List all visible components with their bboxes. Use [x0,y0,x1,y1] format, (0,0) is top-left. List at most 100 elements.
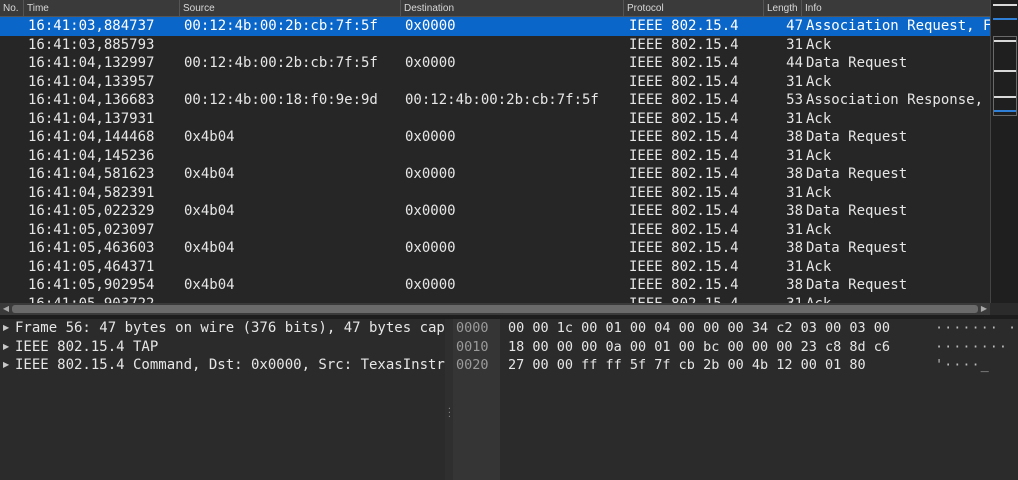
packet-length-cell: 31 [786,147,803,164]
byte-ascii[interactable]: '····_ [935,356,990,375]
packet-destination-cell: 0x0000 [405,203,456,219]
packet-row[interactable]: 16:41:05,463603 0x4b04 0x0000 IEEE 802.15.4… [0,239,990,258]
packet-length-cell: 31 [786,258,803,275]
packet-bytes-pane[interactable]: 0000 00 00 1c 00 01 00 04 00 00 00 34 c2… [453,319,1018,480]
packet-row[interactable]: 16:41:04,137931 IEEE 802.15.4 31 Ack [0,110,990,129]
packet-time-cell: 16:41:04,137931 [28,110,155,127]
tree-item-command[interactable]: ▶ IEEE 802.15.4 Command, Dst: 0x0000, Sr… [0,356,445,375]
byte-ascii[interactable]: ········ ····#··· [935,338,1018,357]
packet-source-cell: 00:12:4b:00:2b:cb:7f:5f [184,55,378,71]
packet-protocol-cell: IEEE 802.15.4 [629,258,739,275]
tree-item-frame[interactable]: ▶ Frame 56: 47 bytes on wire (376 bits),… [0,319,445,338]
packet-row[interactable]: 16:41:04,582391 IEEE 802.15.4 31 Ack [0,184,990,203]
scroll-right-icon[interactable]: ▶ [978,303,990,315]
packet-row[interactable]: 16:41:04,145236 IEEE 802.15.4 31 Ack [0,147,990,166]
packet-info-cell: Data Request [806,203,908,219]
packet-list[interactable]: No. Time Source Destination Protocol Len… [0,0,990,303]
packet-length-cell: 31 [767,295,803,304]
byte-hex[interactable]: 18 00 00 00 0a 00 01 00 bc 00 00 00 23 c… [508,338,890,357]
packet-info-cell: Ack [806,221,832,238]
packet-row[interactable]: 16:41:05,022329 0x4b04 0x0000 IEEE 802.15.4… [0,202,990,221]
packet-time-cell: 16:41:05,022329 [28,203,155,219]
packet-time-cell: 16:41:04,136683 [28,92,155,108]
packet-row[interactable]: 16:41:05,023097 IEEE 802.15.4 31 Ack [0,221,990,240]
packet-info-cell: Ack [806,147,832,164]
packet-protocol-cell: IEEE 802.15.4 [629,18,739,34]
packet-row[interactable]: 16:41:04,144468 0x4b04 0x0000 IEEE 802.15.4… [0,128,990,147]
packet-protocol-cell: IEEE 802.15.4 [629,110,739,127]
packet-length-cell: 38 [786,166,803,182]
packet-length-cell: 31 [786,184,803,201]
packet-row[interactable]: 16:41:04,133957 IEEE 802.15.4 31 Ack [0,73,990,92]
byte-ascii[interactable]: ······· ··4····· [935,319,1018,338]
packet-destination-cell: 0x0000 [405,18,456,34]
expand-arrow-icon[interactable]: ▶ [3,319,9,338]
byte-offset: 0020 [456,357,489,373]
packet-info-cell: Ack [806,258,832,275]
minimap-selected-mark [993,18,1017,20]
packet-time-cell: 16:41:03,884737 [28,18,155,34]
column-header-length[interactable]: Length [764,0,802,17]
scroll-left-icon[interactable]: ◀ [0,303,12,315]
packet-protocol-cell: IEEE 802.15.4 [629,203,739,219]
scrollbar-thumb[interactable] [993,36,1017,116]
packet-info-cell: Association Response, [806,92,984,108]
packet-source-cell: 0x4b04 [184,240,235,256]
packet-list-minimap-scrollbar[interactable] [990,0,1018,303]
packet-details-tree[interactable]: ▶ Frame 56: 47 bytes on wire (376 bits),… [0,319,445,480]
packet-time-cell: 16:41:03,885793 [28,36,155,53]
packet-protocol-cell: IEEE 802.15.4 [629,147,739,164]
column-header-info[interactable]: Info [802,0,990,17]
column-header-time[interactable]: Time [24,0,180,17]
packet-info-cell: Ack [806,184,832,201]
byte-offset: 0000 [456,320,489,336]
wireshark-window: No. Time Source Destination Protocol Len… [0,0,1018,480]
packet-protocol-cell: IEEE 802.15.4 [629,166,739,182]
packet-row[interactable]: 16:41:04,132997 00:12:4b:00:2b:cb:7f:5f 0x… [0,54,990,73]
packet-row[interactable]: 16:41:04,581623 0x4b04 0x0000 IEEE 802.15.4… [0,165,990,184]
packet-time-cell: 16:41:05,463603 [28,240,155,256]
packet-info-cell: Ack [806,36,832,53]
packet-length-cell: 53 [786,92,803,108]
byte-hex[interactable]: 00 00 1c 00 01 00 04 00 00 00 34 c2 03 0… [508,319,890,338]
packet-row[interactable]: 16:41:05,902954 0x4b04 0x0000 IEEE 802.15.4… [0,276,990,295]
packet-protocol-cell: IEEE 802.15.4 [629,184,739,201]
splitter-grip-icon: · · · [447,404,452,421]
packet-list-header: No. Time Source Destination Protocol Len… [0,0,990,17]
packet-destination-cell: 00:12:4b:00:2b:cb:7f:5f [405,92,599,108]
tree-item-label: Frame 56: 47 bytes on wire (376 bits), 4… [15,320,445,336]
expand-arrow-icon[interactable]: ▶ [3,356,9,375]
packet-destination-cell: 0x0000 [405,55,456,71]
packet-row-selected[interactable]: 16:41:03,884737 00:12:4b:00:2b:cb:7f:5f 0x… [0,17,990,36]
packet-info-cell: Ack [806,110,832,127]
packet-protocol-cell: IEEE 802.15.4 [629,129,739,145]
packet-list-horizontal-scrollbar[interactable]: ◀ ▶ [0,303,990,315]
column-header-protocol[interactable]: Protocol [624,0,764,17]
packet-destination-cell: 0x0000 [405,277,456,293]
packet-time-cell: 16:41:05,464371 [28,258,155,275]
column-header-source[interactable]: Source [180,0,401,17]
packet-source-cell: 0x4b04 [184,129,235,145]
column-header-no[interactable]: No. [0,0,24,17]
packet-row[interactable]: 16:41:03,885793 IEEE 802.15.4 31 Ack [0,36,990,55]
packet-info-cell: Data Request [806,240,908,256]
minimap-mark [993,4,1017,6]
packet-length-cell: 38 [786,277,803,293]
byte-hex[interactable]: 27 00 00 ff ff 5f 7f cb 2b 00 4b 12 00 0… [508,356,866,375]
tree-item-label: IEEE 802.15.4 Command, Dst: 0x0000, Src:… [15,357,445,373]
packet-row[interactable]: 16:41:05,903722 IEEE 802.15.431Ack [0,295,990,304]
column-header-destination[interactable]: Destination [401,0,624,17]
packet-source-cell: 0x4b04 [184,277,235,293]
packet-time-cell: 16:41:05,902954 [28,277,155,293]
packet-info-cell: Data Request [806,55,908,71]
packet-time-cell: 16:41:05,023097 [28,221,155,238]
packet-row[interactable]: 16:41:05,464371 IEEE 802.15.4 31 Ack [0,258,990,277]
horizontal-scrollbar-thumb[interactable] [12,305,978,313]
tree-item-tap[interactable]: ▶ IEEE 802.15.4 TAP [0,338,445,357]
details-bytes-splitter[interactable]: · · · [445,319,453,480]
expand-arrow-icon[interactable]: ▶ [3,338,9,357]
packet-time-cell: 16:41:04,133957 [28,73,155,90]
packet-source-cell: 0x4b04 [184,166,235,182]
packet-time-cell: 16:41:04,145236 [28,147,155,164]
packet-row[interactable]: 16:41:04,136683 00:12:4b:00:18:f0:9e:9d 00… [0,91,990,110]
